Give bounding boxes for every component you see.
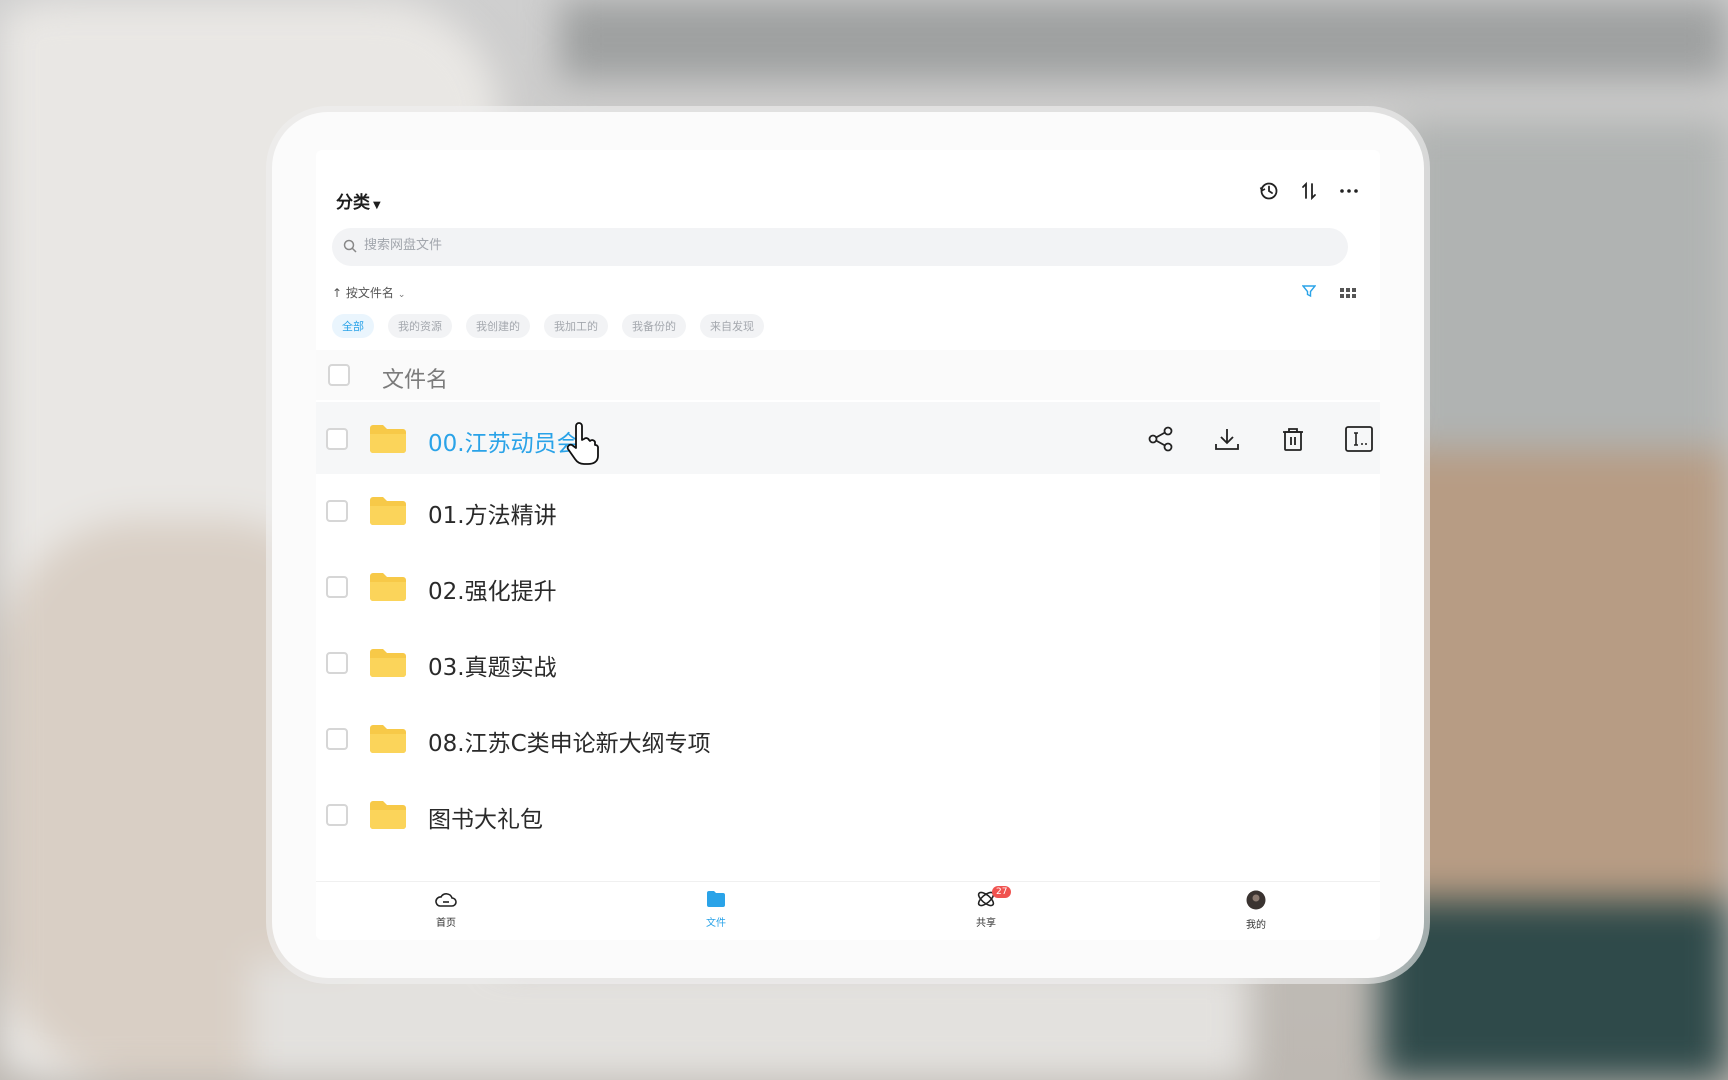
chip-from-discover[interactable]: 来自发现 — [700, 314, 764, 338]
tab-share[interactable]: 27 共享 — [956, 886, 1016, 929]
folder-icon — [370, 649, 406, 677]
chip-created[interactable]: 我创建的 — [466, 314, 530, 338]
row-actions — [1146, 424, 1374, 454]
file-name[interactable]: 01.方法精讲 — [428, 496, 557, 530]
sort-by-name[interactable]: ↑ 按文件名 ⌄ — [332, 284, 405, 301]
chip-my-resources[interactable]: 我的资源 — [388, 314, 452, 338]
chip-processed[interactable]: 我加工的 — [544, 314, 608, 338]
download-icon[interactable] — [1212, 424, 1242, 454]
folder-icon — [370, 725, 406, 753]
row-checkbox[interactable] — [326, 500, 348, 522]
sort-row: ↑ 按文件名 ⌄ — [332, 280, 1360, 306]
more-icon[interactable] — [1338, 180, 1360, 202]
top-actions — [1258, 180, 1360, 202]
grid-view-icon[interactable] — [1340, 284, 1356, 303]
list-item[interactable]: 图书大礼包 — [316, 778, 1380, 854]
search-input[interactable] — [362, 237, 1266, 254]
filter-icon[interactable] — [1301, 283, 1317, 302]
share-icon[interactable] — [1146, 424, 1176, 454]
folder-icon — [370, 497, 406, 525]
row-checkbox[interactable] — [326, 576, 348, 598]
tab-share-label: 共享 — [976, 918, 996, 929]
delete-icon[interactable] — [1278, 424, 1308, 454]
tab-home[interactable]: 首页 — [416, 890, 476, 929]
file-name[interactable]: 03.真题实战 — [428, 648, 557, 682]
chip-all[interactable]: 全部 — [332, 314, 374, 338]
hand-cursor-icon — [566, 422, 599, 465]
tab-me[interactable]: 我的 — [1226, 890, 1286, 931]
top-bar: 分类 ▼ — [316, 150, 1380, 220]
tablet-frame: 分类▼ ↑ 按文件名⌄ — [272, 112, 1424, 978]
folder-icon — [370, 801, 406, 829]
share-badge: 27 — [992, 886, 1012, 898]
search-icon — [343, 239, 357, 253]
filter-chips: 全部 我的资源 我创建的 我加工的 我备份的 来自发现 — [332, 314, 764, 338]
app-screen: 分类▼ ↑ 按文件名⌄ — [316, 150, 1380, 940]
caret-down-icon: ▼ — [373, 200, 381, 211]
file-name[interactable]: 图书大礼包 — [428, 800, 543, 834]
folder-icon — [370, 573, 406, 601]
list-item[interactable]: 01.方法精讲 — [316, 474, 1380, 550]
column-filename: 文件名 — [382, 368, 449, 393]
select-all-checkbox[interactable] — [328, 364, 350, 386]
category-label: 分类 — [336, 193, 370, 213]
file-name[interactable]: 00.江苏动员会 — [428, 424, 580, 458]
history-icon[interactable] — [1258, 180, 1280, 202]
list-item[interactable]: 03.真题实战 — [316, 626, 1380, 702]
list-item[interactable]: 00.江苏动员会 — [316, 402, 1380, 474]
home-icon — [435, 893, 457, 907]
sort-icon[interactable] — [1298, 180, 1320, 202]
list-item[interactable]: 08.江苏C类申论新大纲专项 — [316, 702, 1380, 778]
row-checkbox[interactable] — [326, 652, 348, 674]
chip-backed-up[interactable]: 我备份的 — [622, 314, 686, 338]
folder-icon — [370, 425, 406, 453]
row-checkbox[interactable] — [326, 728, 348, 750]
tab-files-label: 文件 — [706, 918, 726, 929]
row-checkbox[interactable] — [326, 428, 348, 450]
tab-files[interactable]: 文件 — [686, 890, 746, 929]
row-checkbox[interactable] — [326, 804, 348, 826]
tab-me-label: 我的 — [1246, 920, 1266, 931]
sort-label: 按文件名 — [345, 286, 394, 300]
search-bar[interactable] — [332, 228, 1348, 266]
files-icon — [707, 891, 725, 907]
list-item[interactable]: 02.强化提升 — [316, 550, 1380, 626]
category-dropdown[interactable]: 分类 ▼ — [336, 188, 381, 213]
file-name[interactable]: 02.强化提升 — [428, 572, 557, 606]
file-list: 00.江苏动员会 01.方法精讲 02.强化提升 03.真题实战 08.江苏C类… — [316, 402, 1380, 854]
tab-home-label: 首页 — [436, 918, 456, 929]
rename-icon[interactable] — [1344, 424, 1374, 454]
list-header: 文件名 — [316, 350, 1380, 400]
chevron-down-icon: ⌄ — [397, 290, 406, 300]
avatar — [1246, 890, 1266, 910]
file-name[interactable]: 08.江苏C类申论新大纲专项 — [428, 724, 711, 758]
bottom-nav: 首页 文件 27 共享 我的 — [316, 881, 1380, 940]
